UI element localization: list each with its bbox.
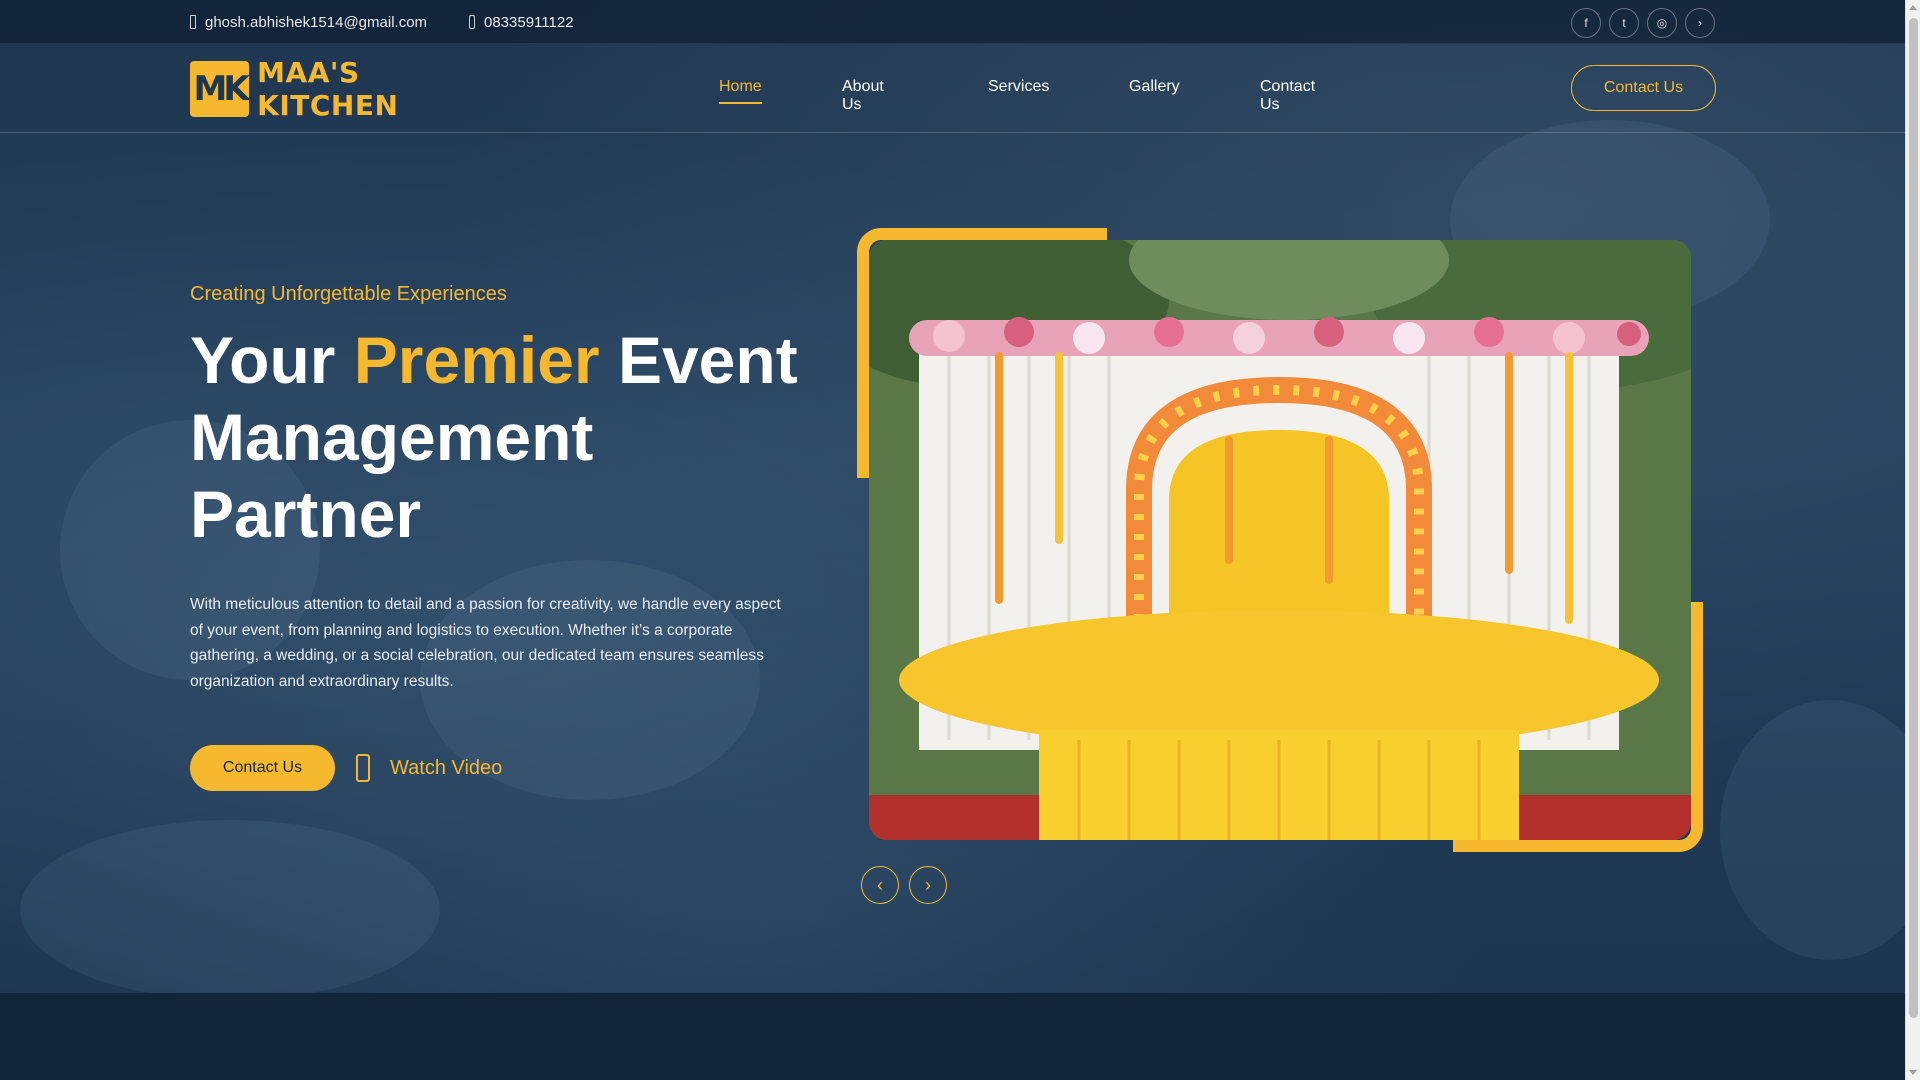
- logo-mark: MK: [190, 61, 250, 117]
- email-text: ghosh.abhishek1514@gmail.com: [205, 13, 428, 31]
- page-scrollbar[interactable]: [1905, 0, 1920, 1080]
- nav-contact-us[interactable]: Contact Us: [1260, 78, 1315, 114]
- hero-description: With meticulous attention to detail and …: [190, 596, 781, 690]
- watch-video-button[interactable]: Watch Video: [356, 752, 502, 784]
- hero-contact-button[interactable]: Contact Us: [190, 745, 335, 791]
- next-section: [0, 993, 1905, 1080]
- watch-video-label: Watch Video: [390, 756, 503, 779]
- email-link[interactable]: ghosh.abhishek1514@gmail.com: [190, 0, 427, 44]
- phone-text: 08335911122: [484, 13, 574, 31]
- headline-accent: Premier: [353, 323, 600, 397]
- top-bar: ghosh.abhishek1514@gmail.com 08335911122…: [0, 0, 1905, 44]
- nav-about-us[interactable]: About Us: [842, 78, 884, 114]
- phone-link[interactable]: 08335911122: [469, 0, 574, 44]
- header-contact-button[interactable]: Contact Us: [1571, 65, 1716, 111]
- facebook-icon[interactable]: f: [1571, 8, 1601, 38]
- youtube-icon[interactable]: ›: [1685, 8, 1715, 38]
- phone-icon: [469, 15, 475, 29]
- page-viewport: ghosh.abhishek1514@gmail.com 08335911122…: [0, 0, 1905, 1080]
- hero-eyebrow: Creating Unforgettable Experiences: [190, 283, 507, 305]
- nav-services[interactable]: Services: [988, 78, 1049, 96]
- slider-prev-button[interactable]: ‹: [861, 866, 899, 904]
- slider-next-button[interactable]: ›: [909, 866, 947, 904]
- scrollbar-thumb[interactable]: [1909, 18, 1918, 1018]
- nav-home[interactable]: Home: [719, 78, 762, 104]
- twitter-icon[interactable]: t: [1609, 8, 1639, 38]
- nav-gallery[interactable]: Gallery: [1129, 78, 1180, 96]
- event-decoration-photo: [869, 240, 1691, 840]
- brand-name: MAA'S KITCHEN: [257, 56, 399, 122]
- hero-headline: Your Premier Event Management Partner: [190, 322, 810, 553]
- instagram-icon[interactable]: ◎: [1647, 8, 1677, 38]
- envelope-icon: [190, 15, 196, 29]
- brand-logo[interactable]: MK MAA'S KITCHEN: [190, 56, 490, 122]
- video-play-icon: [356, 754, 370, 782]
- scroll-up-icon[interactable]: [1909, 5, 1917, 10]
- scroll-down-icon[interactable]: [1909, 1070, 1917, 1075]
- event-photo-illustration: [869, 240, 1691, 840]
- main-navbar: MK MAA'S KITCHEN Home About Us Services …: [0, 44, 1905, 133]
- headline-pre: Your: [190, 323, 354, 397]
- logo-letters: MK: [193, 69, 249, 109]
- social-links: f t ◎ ›: [1571, 8, 1715, 38]
